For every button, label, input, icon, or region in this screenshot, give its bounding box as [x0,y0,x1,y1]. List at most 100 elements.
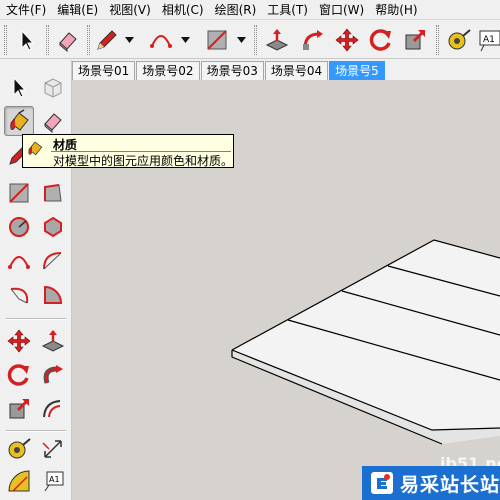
chevron-down-icon [180,37,190,43]
menu-draw[interactable]: 绘图(R) [209,0,262,20]
menu-window[interactable]: 窗口(W) [313,0,369,20]
follow-me-tool-button[interactable] [38,360,68,390]
rectangle-icon [207,30,227,50]
text-tool-label: A1 [483,35,495,45]
three-point-arc-tool-button[interactable] [4,280,34,310]
move-arrows-icon [7,329,31,353]
rotated-rectangle-icon [44,184,62,202]
select-tool-button[interactable] [4,72,34,102]
two-point-arc-icon [43,252,62,270]
rotate-tool-button[interactable] [4,360,34,390]
offset-tool-button[interactable] [400,25,430,55]
tab-scene-04[interactable]: 场景号04 [264,61,329,80]
arc-icon [8,256,30,269]
watermark-badge: 易采站长站 [362,466,500,500]
menu-camera[interactable]: 相机(C) [156,0,209,20]
circle-tool-button[interactable] [4,212,34,242]
toolbar-grip[interactable] [254,25,257,55]
tape-measure-icon [8,438,31,459]
menu-file[interactable]: 文件(F) [0,0,51,20]
circle-icon [9,217,29,237]
board-top-face [232,240,500,430]
shape-tool-dropdown[interactable] [236,35,246,45]
rotated-rectangle-tool-button[interactable] [38,178,68,208]
rectangle-icon [9,183,29,203]
tab-scene-03[interactable]: 场景号03 [200,61,264,80]
scale-tool-button[interactable] [4,394,34,424]
toolbar-separator [6,430,66,432]
tooltip-description: 对模型中的图元应用颜色和材质。 [53,154,234,168]
dimension-tool-button[interactable] [38,434,68,464]
toolbar-grip[interactable] [46,25,49,55]
tape-measure-tool-button[interactable] [4,434,34,464]
paint-bucket-tool-button[interactable] [4,106,34,136]
offset-icon [43,400,61,418]
push-pull-tool-button[interactable] [38,326,68,356]
menu-tools[interactable]: 工具(T) [261,0,313,20]
dimension-icon [42,440,62,458]
tab-scene-01[interactable]: 场景号01 [72,61,136,80]
push-pull-icon [41,330,65,352]
line-tool-dropdown[interactable] [124,35,134,45]
text-tool-button[interactable]: A1 [478,25,500,55]
tape-measure-tool-button[interactable] [444,25,474,55]
move-tool-button[interactable] [332,25,362,55]
polygon-icon [44,216,62,238]
tab-scene-02[interactable]: 场景号02 [136,61,200,80]
menu-edit[interactable]: 编辑(E) [51,0,103,20]
protractor-icon [8,470,30,492]
follow-me-icon [303,30,323,50]
watermark-site-name: 易采站长站 [400,473,500,496]
arc-tool-button[interactable] [4,246,34,276]
site-logo-icon [371,472,393,494]
text-tool-button[interactable]: A1 [38,466,68,496]
rectangle-tool-button[interactable] [4,178,34,208]
pencil-icon [97,30,117,50]
push-pull-icon [265,29,289,51]
arrow-cursor-icon [21,29,35,51]
main-toolbar: A1 [0,21,500,59]
line-tool-button[interactable] [92,25,122,55]
eraser-tool-button[interactable] [38,106,68,136]
chevron-down-icon [124,37,134,43]
component-icon [44,78,62,98]
follow-me-tool-button[interactable] [298,25,328,55]
offset-icon [405,29,426,50]
toolbar-grip[interactable] [87,25,90,55]
rectangle-tool-button[interactable] [202,25,232,55]
move-arrows-icon [335,28,359,52]
select-tool-button[interactable] [12,25,42,55]
rotate-tool-button[interactable] [366,25,396,55]
tape-measure-icon [448,29,471,50]
toolbar-grip[interactable] [4,25,7,55]
pie-tool-button[interactable] [38,280,68,310]
make-component-button[interactable] [38,72,68,102]
tool-tooltip: 材质 对模型中的图元应用颜色和材质。 [22,134,234,168]
two-point-arc-tool-button[interactable] [38,246,68,276]
follow-me-icon [43,365,63,384]
toolbar-grip[interactable] [436,25,439,55]
three-point-arc-icon [10,287,29,304]
arc-tool-button[interactable] [146,25,176,55]
menu-help[interactable]: 帮助(H) [369,0,422,20]
paint-bucket-icon [28,141,43,156]
pie-icon [44,285,63,304]
menu-bar: 文件(F) 编辑(E) 视图(V) 相机(C) 绘图(R) 工具(T) 窗口(W… [0,0,500,20]
paint-bucket-icon [10,109,29,131]
eraser-icon [59,32,77,52]
toolbar-separator [6,318,66,320]
move-tool-button[interactable] [4,326,34,356]
polygon-tool-button[interactable] [38,212,68,242]
arc-tool-dropdown[interactable] [180,35,190,45]
menu-view[interactable]: 视图(V) [103,0,156,20]
eraser-tool-button[interactable] [53,25,83,55]
push-pull-tool-button[interactable] [262,25,292,55]
arc-icon [150,35,172,48]
offset-tool-button[interactable] [38,394,68,424]
protractor-tool-button[interactable] [4,466,34,496]
scale-icon [9,398,30,419]
tab-scene-5[interactable]: 场景号5 [329,61,385,80]
chevron-down-icon [236,37,246,43]
rotate-icon [7,364,29,386]
scene-tabs: 场景号01 场景号02 场景号03 场景号04 场景号5 [72,60,500,80]
